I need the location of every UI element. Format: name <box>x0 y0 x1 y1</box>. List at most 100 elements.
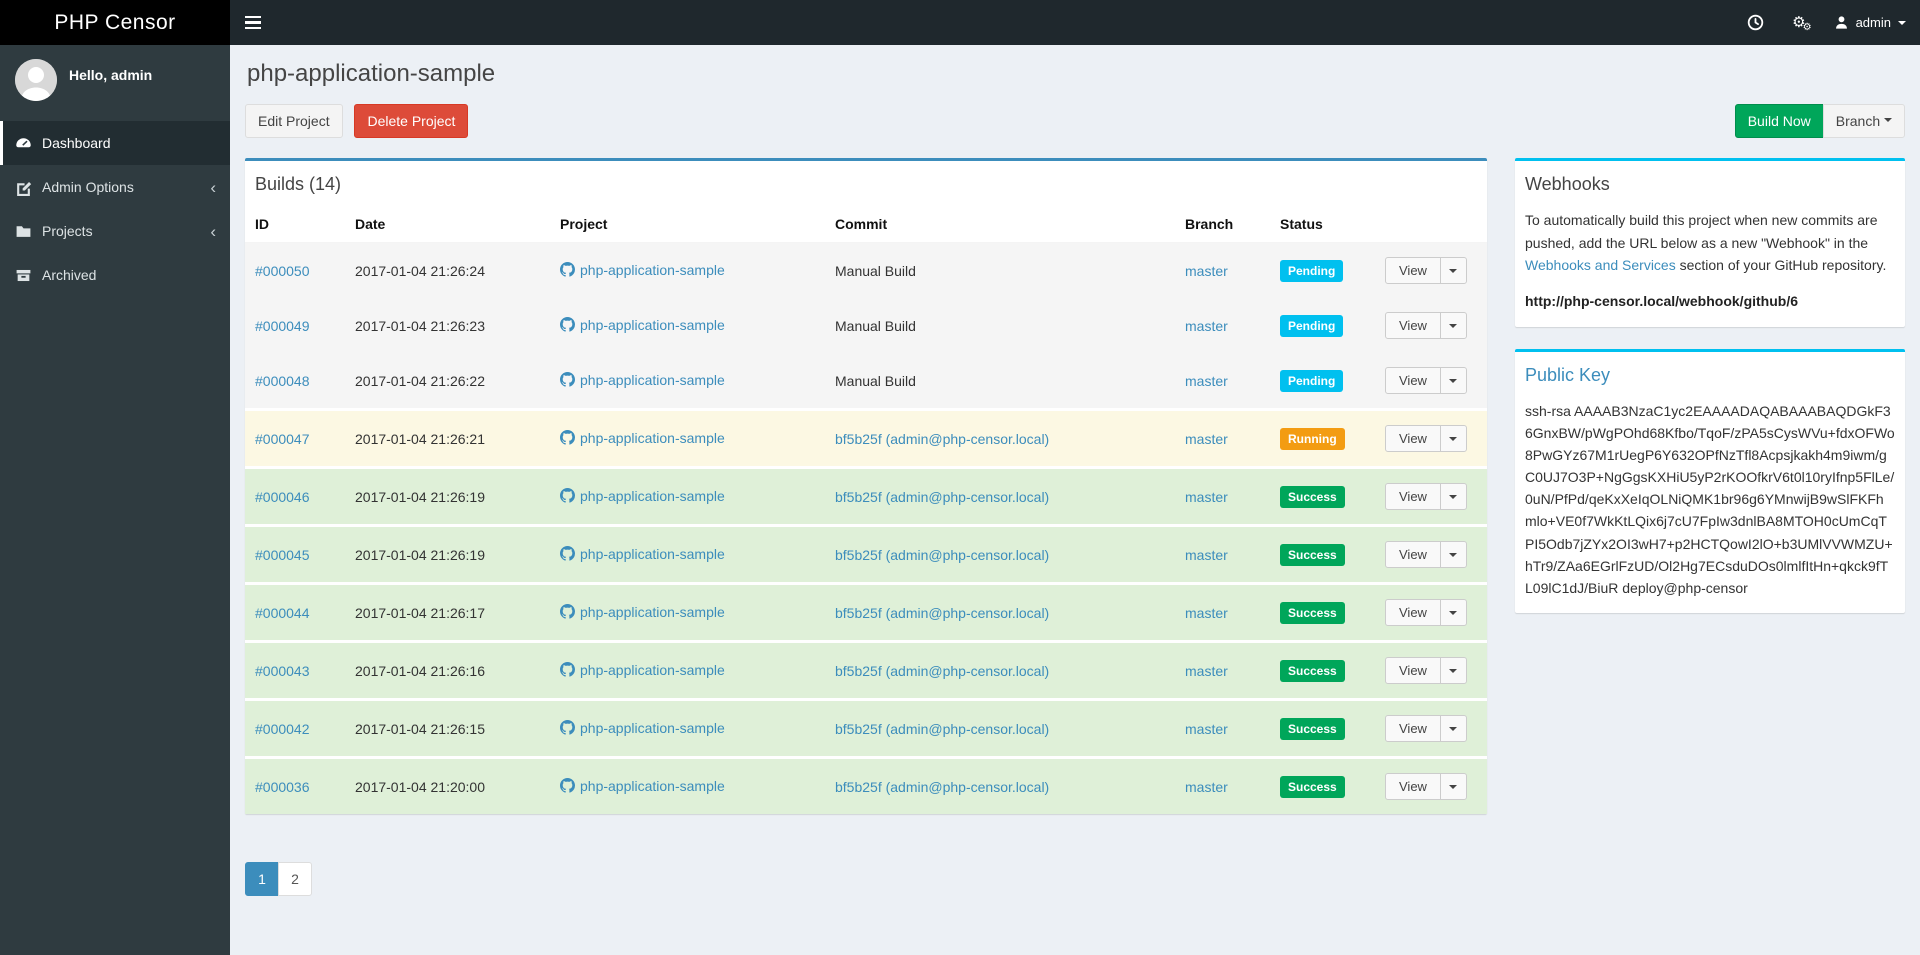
public-key-panel: Public Key ssh-rsa AAAAB3NzaC1yc2EAAAADA… <box>1515 348 1905 613</box>
user-icon <box>1835 16 1847 29</box>
build-id-link[interactable]: #000043 <box>255 663 310 679</box>
view-button[interactable]: View <box>1385 367 1441 395</box>
branch-link[interactable]: master <box>1185 489 1228 505</box>
branch-link[interactable]: master <box>1185 373 1228 389</box>
project-link[interactable]: php-application-sample <box>560 604 725 620</box>
build-id-link[interactable]: #000045 <box>255 547 310 563</box>
view-dropdown-button[interactable] <box>1439 715 1467 743</box>
view-button[interactable]: View <box>1385 715 1441 743</box>
project-link[interactable]: php-application-sample <box>560 488 725 504</box>
clock-icon <box>1747 14 1764 31</box>
table-row: #000044 2017-01-04 21:26:17 php-applicat… <box>245 583 1487 642</box>
project-link[interactable]: php-application-sample <box>560 317 725 333</box>
view-dropdown-button[interactable] <box>1439 312 1467 340</box>
public-key-panel-title[interactable]: Public Key <box>1515 352 1905 398</box>
build-id-link[interactable]: #000050 <box>255 263 310 279</box>
build-id-link[interactable]: #000046 <box>255 489 310 505</box>
pagination: 1 2 <box>245 862 312 897</box>
project-link[interactable]: php-application-sample <box>560 778 725 794</box>
project-link[interactable]: php-application-sample <box>560 546 725 562</box>
commit-text[interactable]: Manual Build <box>835 318 916 334</box>
chevron-down-icon <box>1449 323 1458 332</box>
project-link[interactable]: php-application-sample <box>560 662 725 678</box>
view-button[interactable]: View <box>1385 425 1441 453</box>
view-dropdown-button[interactable] <box>1439 367 1467 395</box>
github-icon <box>560 546 575 561</box>
build-id-link[interactable]: #000044 <box>255 605 310 621</box>
branch-link[interactable]: master <box>1185 547 1228 563</box>
view-button-group: View <box>1385 541 1467 569</box>
col-header-commit: Commit <box>825 207 1175 244</box>
sidebar-item-admin-options[interactable]: Admin Options ‹ <box>0 165 230 209</box>
commit-text[interactable]: bf5b25f (admin@php-censor.local) <box>835 779 1049 795</box>
branch-link[interactable]: master <box>1185 431 1228 447</box>
view-button[interactable]: View <box>1385 657 1441 685</box>
view-dropdown-button[interactable] <box>1439 657 1467 685</box>
branch-link[interactable]: master <box>1185 263 1228 279</box>
build-id-link[interactable]: #000048 <box>255 373 310 389</box>
settings-button[interactable]: ⚙ ⚙ <box>1778 0 1819 45</box>
branch-link[interactable]: master <box>1185 663 1228 679</box>
avatar-placeholder-icon <box>15 59 57 101</box>
delete-project-button[interactable]: Delete Project <box>354 104 469 139</box>
commit-text[interactable]: bf5b25f (admin@php-censor.local) <box>835 489 1049 505</box>
status-badge: Success <box>1280 601 1345 624</box>
view-button[interactable]: View <box>1385 257 1441 285</box>
commit-text[interactable]: bf5b25f (admin@php-censor.local) <box>835 431 1049 447</box>
branch-link[interactable]: master <box>1185 605 1228 621</box>
project-link[interactable]: php-application-sample <box>560 372 725 388</box>
build-id-link[interactable]: #000042 <box>255 721 310 737</box>
view-button[interactable]: View <box>1385 541 1441 569</box>
branch-link[interactable]: master <box>1185 318 1228 334</box>
user-menu-button[interactable]: admin <box>1820 0 1920 45</box>
branch-link[interactable]: master <box>1185 779 1228 795</box>
hamburger-icon <box>245 15 261 19</box>
github-icon <box>560 262 575 277</box>
project-link[interactable]: php-application-sample <box>560 720 725 736</box>
view-button[interactable]: View <box>1385 483 1441 511</box>
page-button-2[interactable]: 2 <box>278 862 312 897</box>
project-link[interactable]: php-application-sample <box>560 430 725 446</box>
chevron-down-icon <box>1449 436 1458 445</box>
chevron-down-icon <box>1449 494 1458 503</box>
sidebar-item-dashboard[interactable]: Dashboard <box>0 121 230 165</box>
view-button[interactable]: View <box>1385 599 1441 627</box>
commit-text[interactable]: Manual Build <box>835 373 916 389</box>
edit-project-button[interactable]: Edit Project <box>245 104 343 139</box>
view-dropdown-button[interactable] <box>1439 257 1467 285</box>
view-dropdown-button[interactable] <box>1439 483 1467 511</box>
view-dropdown-button[interactable] <box>1439 425 1467 453</box>
branch-dropdown-button[interactable]: Branch <box>1822 104 1905 139</box>
table-row: #000049 2017-01-04 21:26:23 php-applicat… <box>245 298 1487 354</box>
build-now-button[interactable]: Build Now <box>1734 104 1824 139</box>
view-dropdown-button[interactable] <box>1439 773 1467 801</box>
build-id-link[interactable]: #000049 <box>255 318 310 334</box>
build-id-link[interactable]: #000047 <box>255 431 310 447</box>
view-button[interactable]: View <box>1385 312 1441 340</box>
view-dropdown-button[interactable] <box>1439 599 1467 627</box>
build-date: 2017-01-04 21:20:00 <box>345 757 550 815</box>
project-link-label: php-application-sample <box>580 719 725 736</box>
commit-text[interactable]: bf5b25f (admin@php-censor.local) <box>835 547 1049 563</box>
sidebar-toggle-button[interactable] <box>230 0 276 45</box>
commit-text[interactable]: bf5b25f (admin@php-censor.local) <box>835 721 1049 737</box>
view-button[interactable]: View <box>1385 773 1441 801</box>
webhooks-services-link[interactable]: Webhooks and Services <box>1525 257 1676 273</box>
archive-icon <box>16 269 31 281</box>
sidebar-item-projects[interactable]: Projects ‹ <box>0 209 230 253</box>
commit-text[interactable]: bf5b25f (admin@php-censor.local) <box>835 663 1049 679</box>
project-link[interactable]: php-application-sample <box>560 262 725 278</box>
build-id-link[interactable]: #000036 <box>255 779 310 795</box>
project-actions: Edit Project Delete Project Build Now Br… <box>245 104 1905 139</box>
branch-link[interactable]: master <box>1185 721 1228 737</box>
view-dropdown-button[interactable] <box>1439 541 1467 569</box>
view-button-group: View <box>1385 773 1467 801</box>
build-date: 2017-01-04 21:26:15 <box>345 699 550 758</box>
commit-text[interactable]: Manual Build <box>835 263 916 279</box>
col-header-branch: Branch <box>1175 207 1270 244</box>
timeline-button[interactable] <box>1733 0 1778 45</box>
commit-text[interactable]: bf5b25f (admin@php-censor.local) <box>835 605 1049 621</box>
status-badge: Pending <box>1280 259 1344 282</box>
sidebar-item-archived[interactable]: Archived <box>0 253 230 297</box>
page-button-1[interactable]: 1 <box>245 862 279 897</box>
